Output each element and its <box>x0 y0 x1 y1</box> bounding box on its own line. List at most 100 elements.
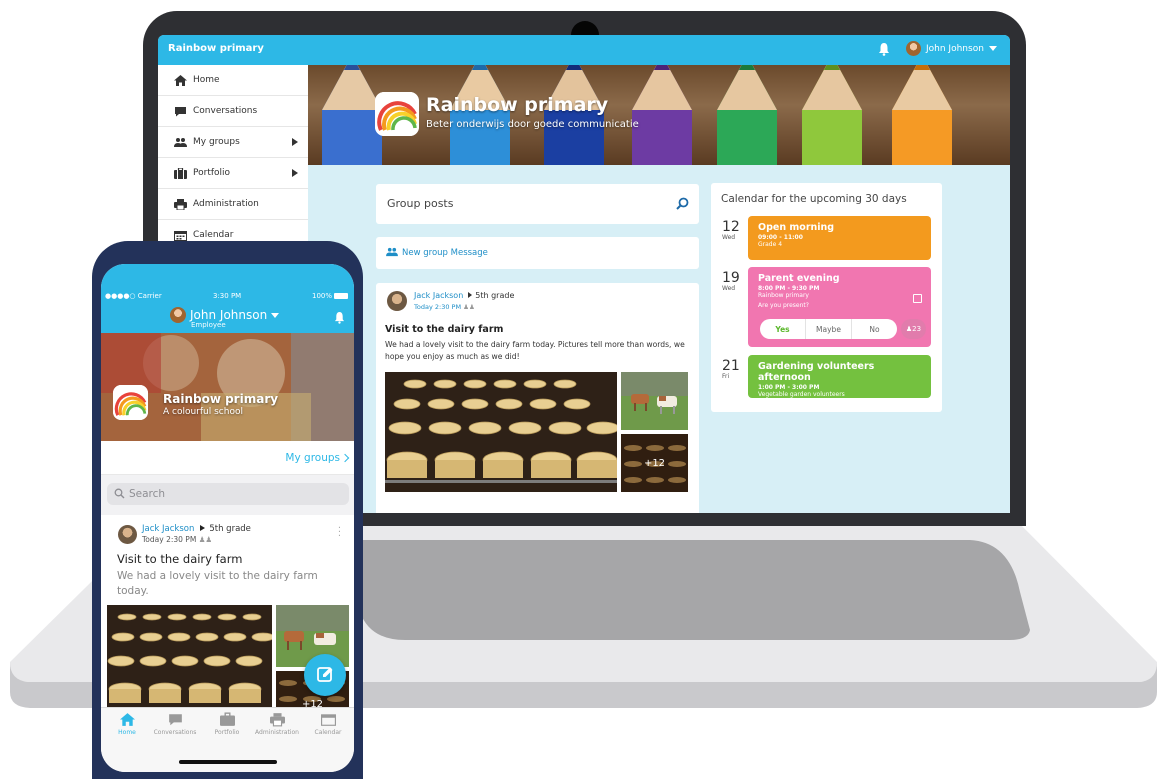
caret-right-icon <box>468 292 473 298</box>
bell-icon[interactable] <box>334 311 345 324</box>
tab-label: Administration <box>255 729 299 736</box>
photo-cheese[interactable] <box>107 605 272 712</box>
photo-cheese[interactable] <box>385 372 617 492</box>
pencil-image <box>717 65 777 165</box>
checklist-icon <box>913 294 922 303</box>
new-group-message-label: New group Message <box>402 248 488 258</box>
sidebar-item-label: Calendar <box>193 230 234 240</box>
cheese-wheels-image <box>107 605 272 712</box>
post-author-name[interactable]: Jack Jackson <box>142 524 194 534</box>
event-detail: Vegetable garden volunteers <box>758 391 845 398</box>
avatar <box>906 41 921 56</box>
my-groups-link[interactable]: My groups <box>101 441 354 475</box>
banner-subtitle: Beter onderwijs door goede communicatie <box>426 119 639 130</box>
chevron-right-icon <box>340 453 350 463</box>
post-group[interactable]: 5th grade <box>475 291 514 300</box>
more-options-icon[interactable]: · · · <box>338 524 341 542</box>
carrier: ●●●●○ Carrier <box>105 292 162 300</box>
event-gardening[interactable]: Gardening volunteers afternoon 1:00 PM -… <box>748 355 931 398</box>
battery: 100% <box>312 292 348 300</box>
event-open-morning[interactable]: Open morning 09:00 - 11:00 Grade 4 <box>748 216 931 260</box>
photo-more[interactable]: +12 <box>621 434 688 492</box>
compose-icon <box>317 667 333 682</box>
event-name: Gardening volunteers afternoon <box>758 361 875 383</box>
post-group[interactable]: 5th grade <box>209 524 251 534</box>
mobile-user-name: John Johnson <box>190 308 268 322</box>
home-indicator[interactable] <box>179 760 277 764</box>
audience-icon: ♟♟ <box>463 303 475 311</box>
event-weekday: Wed <box>722 285 736 292</box>
sidebar-item-administration[interactable]: Administration <box>158 189 308 220</box>
header-banner: Rainbow primary Beter onderwijs door goe… <box>308 65 1010 165</box>
search-icon[interactable] <box>676 197 689 210</box>
sidebar-item-home[interactable]: Home <box>158 65 308 96</box>
mobile-banner-title: Rainbow primary <box>163 392 279 406</box>
event-day: 12 <box>722 219 740 235</box>
tab-conversations[interactable]: Conversations <box>150 712 200 736</box>
mobile-header: ●●●●○ Carrier 3:30 PM 100% John Johnson … <box>101 264 354 333</box>
my-groups-label: My groups <box>285 452 340 464</box>
calendar-widget: Calendar for the upcoming 30 days 12 Wed… <box>711 183 942 412</box>
mobile-user-role: Employee <box>191 321 226 329</box>
search-placeholder: Search <box>129 488 166 500</box>
bell-icon[interactable] <box>878 42 890 56</box>
post-author-name[interactable]: Jack Jackson <box>414 291 463 300</box>
post-author[interactable]: Jack Jackson 5th grade <box>142 524 251 534</box>
rsvp-yes-button[interactable]: Yes <box>760 319 806 339</box>
tab-portfolio[interactable]: Portfolio <box>202 712 252 736</box>
home-icon <box>174 74 187 86</box>
chat-bubble-icon <box>175 106 186 116</box>
marketing-scene: Rainbow primary John Johnson Home Conver… <box>0 0 1157 779</box>
calendar-icon <box>320 714 336 726</box>
audience-icon: ♟♟ <box>198 535 213 544</box>
chevron-right-icon <box>292 169 298 177</box>
rsvp-no-button[interactable]: No <box>852 319 897 339</box>
new-group-message-button[interactable]: New group Message <box>376 237 699 269</box>
tab-home[interactable]: Home <box>102 712 152 736</box>
event-name: Open morning <box>758 222 835 233</box>
calendar-icon <box>174 230 187 241</box>
chevron-down-icon <box>988 46 997 51</box>
sidebar-item-my-groups[interactable]: My groups <box>158 127 308 158</box>
event-day: 19 <box>722 270 740 286</box>
printer-icon <box>174 198 187 210</box>
sidebar-item-portfolio[interactable]: Portfolio <box>158 158 308 189</box>
photo-cows[interactable] <box>621 372 688 430</box>
event-parent-evening[interactable]: Parent evening 8:00 PM - 9:30 PM Rainbow… <box>748 267 931 347</box>
post-time: Today 2:30 PM ♟♟ <box>142 535 212 544</box>
clock: 3:30 PM <box>213 292 242 300</box>
chevron-down-icon <box>271 312 280 318</box>
tab-calendar[interactable]: Calendar <box>303 712 353 736</box>
post-author[interactable]: Jack Jackson 5th grade <box>414 291 514 300</box>
sidebar-item-label: Administration <box>193 199 259 209</box>
sidebar-item-conversations[interactable]: Conversations <box>158 96 308 127</box>
tab-administration[interactable]: Administration <box>252 712 302 736</box>
pencil-image <box>802 65 862 165</box>
search-input[interactable]: Search <box>107 483 349 505</box>
sidebar-item-label: Conversations <box>193 106 258 116</box>
battery-level: 100% <box>311 292 332 300</box>
tab-label: Conversations <box>153 729 197 736</box>
group-posts-label: Group posts <box>387 197 454 210</box>
tab-label: Home <box>118 729 136 736</box>
sidebar-item-label: Home <box>193 75 220 85</box>
people-icon <box>174 137 187 147</box>
event-time: 8:00 PM - 9:30 PM <box>758 285 820 292</box>
user-menu[interactable]: John Johnson <box>906 41 997 56</box>
desktop-topbar: Rainbow primary John Johnson <box>158 35 1010 65</box>
caret-right-icon <box>200 525 206 531</box>
avatar <box>118 525 137 544</box>
group-post: Jack Jackson 5th grade Today 2:30 PM ♟♟ V… <box>376 283 699 513</box>
avatar <box>170 307 186 323</box>
tab-label: Portfolio <box>214 729 240 736</box>
group-posts-search[interactable]: Group posts <box>376 184 699 224</box>
tab-bar: Home Conversations Portfolio Administrat… <box>101 707 354 772</box>
compose-button[interactable] <box>304 654 346 696</box>
more-photos-count: +12 <box>621 434 688 492</box>
mobile-banner-subtitle: A colourful school <box>163 407 243 417</box>
event-detail: Grade 4 <box>758 241 783 248</box>
sidebar-item-label: My groups <box>193 137 240 147</box>
attendee-count-badge[interactable]: ♟ 23 <box>901 319 926 339</box>
rsvp-maybe-button[interactable]: Maybe <box>806 319 852 339</box>
user-name: John Johnson <box>926 43 984 54</box>
